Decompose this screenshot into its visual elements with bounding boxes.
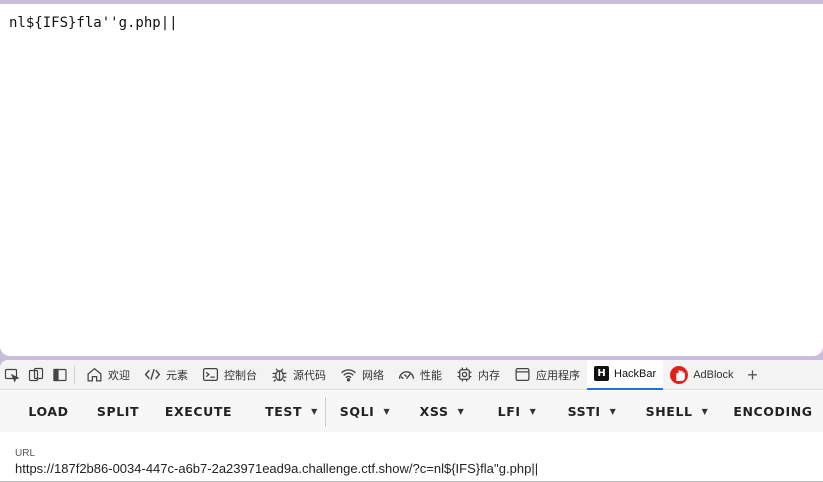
sqli-dropdown-button[interactable]: SQLI ▼ xyxy=(326,391,404,432)
page-viewport: nl${IFS}fla''g.php|| xyxy=(0,4,823,356)
ssti-dropdown-button[interactable]: SSTI ▼ xyxy=(554,391,630,432)
caret-down-icon: ▼ xyxy=(311,407,318,416)
tab-label: 源代码 xyxy=(293,369,326,382)
gauge-icon xyxy=(398,371,415,380)
tab-label: 欢迎 xyxy=(108,369,130,382)
url-input[interactable]: https://187f2b86-0034-447c-a6b7-2a23971e… xyxy=(15,461,538,476)
load-button[interactable]: LOAD xyxy=(0,391,97,432)
inspect-element-icon[interactable] xyxy=(0,360,24,390)
wifi-icon xyxy=(341,369,356,382)
add-tool-plus-icon[interactable]: + xyxy=(741,360,765,390)
tab-memory[interactable]: 内存 xyxy=(449,360,507,390)
page-body-text: nl${IFS}fla''g.php|| xyxy=(9,15,178,31)
tab-label: HackBar xyxy=(614,367,657,380)
tab-elements[interactable]: 元素 xyxy=(137,360,195,390)
hackbar-logo-icon: H xyxy=(594,366,609,381)
tab-network[interactable]: 网络 xyxy=(333,360,391,390)
bug-icon xyxy=(272,368,287,382)
url-field[interactable]: URL https://187f2b86-0034-447c-a6b7-2a23… xyxy=(15,448,538,476)
devtools-tab-bar: 欢迎 元素 控制台 源代码 网络 性能 内存 应用程序 H HackBar Ad… xyxy=(0,360,823,390)
app-window-icon xyxy=(515,368,530,381)
tab-label: 控制台 xyxy=(224,369,257,382)
adblock-logo-icon xyxy=(670,365,689,384)
tab-label: 性能 xyxy=(420,369,442,382)
xss-dropdown-button[interactable]: XSS ▼ xyxy=(404,391,480,432)
test-dropdown-button[interactable]: TEST ▼ xyxy=(258,391,325,432)
shell-dropdown-button[interactable]: SHELL ▼ xyxy=(630,391,724,432)
tab-welcome[interactable]: 欢迎 xyxy=(79,360,137,390)
tab-label: 应用程序 xyxy=(536,369,580,382)
tab-label: 网络 xyxy=(362,369,384,382)
home-icon xyxy=(87,367,102,382)
caret-down-icon: ▼ xyxy=(701,407,709,416)
encoding-dropdown-button[interactable]: ENCODING xyxy=(724,391,822,432)
caret-down-icon: ▼ xyxy=(609,407,617,416)
tab-label: 元素 xyxy=(166,369,188,382)
devtools-panel: 欢迎 元素 控制台 源代码 网络 性能 内存 应用程序 H HackBar Ad… xyxy=(0,360,823,482)
toggle-sidebar-icon[interactable] xyxy=(48,360,72,390)
caret-down-icon: ▼ xyxy=(529,407,537,416)
split-button[interactable]: SPLIT xyxy=(97,391,139,432)
tab-performance[interactable]: 性能 xyxy=(391,360,449,390)
caret-down-icon: ▼ xyxy=(383,407,391,416)
url-label: URL xyxy=(15,448,36,459)
tab-label: AdBlock xyxy=(693,368,734,381)
tab-application[interactable]: 应用程序 xyxy=(507,360,587,390)
tab-divider xyxy=(74,365,75,384)
console-icon xyxy=(202,368,219,381)
tab-label: 内存 xyxy=(478,369,500,382)
lfi-dropdown-button[interactable]: LFI ▼ xyxy=(480,391,554,432)
tab-console[interactable]: 控制台 xyxy=(195,360,264,390)
hackbar-toolbar: LOAD SPLIT EXECUTE TEST ▼ SQLI ▼ XSS ▼ LFI ▼… xyxy=(0,391,823,432)
caret-down-icon: ▼ xyxy=(457,407,465,416)
chip-icon xyxy=(457,367,472,382)
tab-adblock[interactable]: AdBlock xyxy=(663,360,740,390)
tab-sources[interactable]: 源代码 xyxy=(264,360,333,390)
tab-hackbar[interactable]: H HackBar xyxy=(587,360,664,390)
code-icon xyxy=(144,368,161,381)
execute-button[interactable]: EXECUTE xyxy=(139,391,258,432)
device-emulation-icon[interactable] xyxy=(24,360,48,390)
